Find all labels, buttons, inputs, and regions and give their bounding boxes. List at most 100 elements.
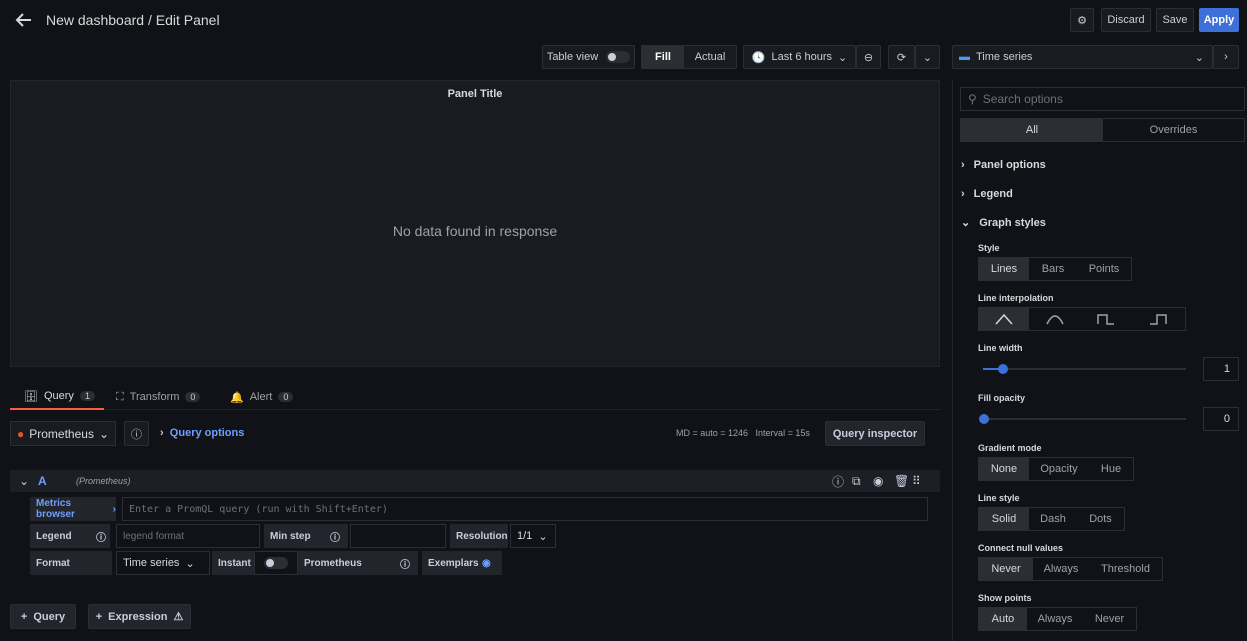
discard-button[interactable]: Discard	[1101, 8, 1151, 32]
query-info: MD = auto = 1246 Interval = 15s	[676, 428, 810, 438]
panel-title[interactable]: Panel Title	[11, 88, 939, 100]
tab-query[interactable]: 🗄 Query 1	[10, 384, 104, 410]
toggle-switch[interactable]	[264, 557, 288, 569]
editor-tabs: 🗄 Query 1 ⛶ Transform 0 🔔 Alert 0	[10, 384, 940, 410]
interp-smooth-icon[interactable]	[1029, 308, 1081, 330]
connect-threshold[interactable]: Threshold	[1089, 558, 1162, 580]
toggle-switch[interactable]	[606, 51, 631, 63]
query-options-row: ● Prometheus ⌄ ⓘ › Query options MD = au…	[10, 421, 940, 446]
interp-linear-icon[interactable]	[979, 308, 1029, 330]
help-icon[interactable]: ⓘ	[96, 529, 106, 544]
panel-preview: Panel Title No data found in response	[10, 80, 940, 367]
promql-input[interactable]: Enter a PromQL query (run with Shift+Ent…	[122, 497, 928, 521]
style-bars[interactable]: Bars	[1029, 258, 1077, 280]
collapse-chevron-icon[interactable]: ⌄	[19, 474, 29, 488]
time-range-label: Last 6 hours	[771, 51, 833, 63]
datasource-picker[interactable]: ● Prometheus ⌄	[10, 421, 116, 446]
clock-icon: 🕓	[751, 51, 766, 64]
section-label: Panel options	[973, 159, 1046, 171]
transform-icon: ⛶	[116, 390, 124, 403]
zoom-out-button[interactable]: ⊖	[856, 45, 881, 69]
refresh-button[interactable]: ⟳	[888, 45, 915, 69]
fill-opacity-input[interactable]: 0	[1203, 407, 1239, 431]
eye-icon[interactable]: ◉	[873, 474, 883, 488]
line-style-dots[interactable]: Dots	[1077, 508, 1124, 530]
no-data-message: No data found in response	[392, 223, 558, 239]
exemplars-label: Exemplars ◉	[422, 551, 502, 575]
back-arrow-icon[interactable]	[14, 10, 34, 30]
help-icon: ⓘ	[131, 428, 142, 441]
tab-count: 0	[185, 392, 201, 402]
save-button[interactable]: Save	[1156, 8, 1194, 32]
query-options-toggle[interactable]: › Query options	[160, 427, 244, 439]
trash-icon[interactable]: 🗑	[894, 474, 909, 488]
help-icon[interactable]: ⓘ	[400, 556, 410, 571]
style-points[interactable]: Points	[1077, 258, 1131, 280]
help-button[interactable]: ⓘ	[124, 421, 149, 446]
points-always[interactable]: Always	[1027, 608, 1083, 630]
connect-always[interactable]: Always	[1033, 558, 1089, 580]
settings-button[interactable]: ⚙	[1070, 8, 1094, 32]
line-width-input[interactable]: 1	[1203, 357, 1239, 381]
style-lines[interactable]: Lines	[979, 258, 1029, 280]
legend-format-input[interactable]: legend format	[116, 524, 260, 548]
prometheus-label: Prometheus ⓘ	[298, 551, 418, 575]
help-icon[interactable]: ⓘ	[330, 529, 340, 544]
help-icon[interactable]: ⓘ	[832, 473, 844, 490]
interp-step-before-icon[interactable]	[1081, 308, 1131, 330]
legend-section[interactable]: › Legend	[961, 188, 1013, 200]
fill-opacity-slider[interactable]	[979, 414, 1186, 424]
fill-option[interactable]: Fill	[642, 46, 684, 68]
query-ref[interactable]: A	[38, 474, 47, 488]
table-view-toggle[interactable]: Table view	[542, 45, 635, 69]
tab-label: Alert	[249, 391, 273, 403]
refresh-interval-button[interactable]: ⌄	[915, 45, 940, 69]
tab-all[interactable]: All	[961, 119, 1103, 141]
query-inspector-button[interactable]: Query inspector	[825, 421, 925, 446]
resolution-value: 1/1	[517, 530, 533, 542]
visualization-picker[interactable]: ▬ Time series ⌄	[952, 45, 1213, 69]
gradient-hue[interactable]: Hue	[1089, 458, 1133, 480]
add-expression-button[interactable]: + Expression ⚠	[88, 604, 191, 629]
min-step-input[interactable]	[350, 524, 446, 548]
actual-option[interactable]: Actual	[684, 51, 736, 63]
exemplars-label-text: Exemplars	[428, 557, 479, 569]
gradient-opacity[interactable]: Opacity	[1029, 458, 1089, 480]
points-never[interactable]: Never	[1083, 608, 1136, 630]
graph-styles-section[interactable]: ⌄ Graph styles	[961, 216, 1046, 230]
query-options-label: Query options	[169, 427, 245, 439]
slider-thumb[interactable]	[979, 414, 989, 424]
instant-toggle[interactable]	[254, 551, 298, 575]
gradient-none[interactable]: None	[979, 458, 1029, 480]
apply-button[interactable]: Apply	[1199, 8, 1239, 32]
min-step-label: Min step ⓘ	[264, 524, 348, 548]
fill-opacity-label: Fill opacity	[978, 393, 1026, 403]
tab-overrides[interactable]: Overrides	[1103, 119, 1244, 141]
tab-transform[interactable]: ⛶ Transform 0	[116, 384, 201, 410]
bell-icon: 🔔	[230, 391, 244, 404]
resolution-select[interactable]: 1/1 ⌄	[510, 524, 556, 548]
tab-alert[interactable]: 🔔 Alert 0	[230, 384, 294, 410]
chevron-right-icon: ›	[1224, 51, 1228, 63]
search-options-input[interactable]: ⚲ Search options	[960, 87, 1245, 111]
slider-thumb[interactable]	[998, 364, 1008, 374]
add-query-button[interactable]: + Query	[10, 604, 76, 629]
connect-never[interactable]: Never	[979, 558, 1033, 580]
metrics-browser-button[interactable]: Metrics browser ›	[30, 497, 116, 521]
time-picker[interactable]: 🕓 Last 6 hours ⌄	[743, 45, 856, 69]
search-icon: ⚲	[968, 92, 977, 106]
refresh-icon: ⟳	[896, 51, 907, 64]
eye-icon[interactable]: ◉	[482, 558, 491, 569]
copy-icon[interactable]: ⧉	[852, 474, 861, 489]
line-style-solid[interactable]: Solid	[979, 508, 1029, 530]
drag-handle-icon[interactable]: ⠿	[912, 474, 921, 488]
panel-options-section[interactable]: › Panel options	[961, 159, 1046, 171]
collapse-options-button[interactable]: ›	[1213, 45, 1239, 69]
visualization-label: Time series	[976, 51, 1033, 63]
line-style-dash[interactable]: Dash	[1029, 508, 1077, 530]
format-select[interactable]: Time series ⌄	[116, 551, 210, 575]
line-width-slider[interactable]	[983, 364, 1186, 374]
timeseries-icon: ▬	[959, 51, 970, 63]
points-auto[interactable]: Auto	[979, 608, 1027, 630]
interp-step-after-icon[interactable]	[1131, 308, 1185, 330]
